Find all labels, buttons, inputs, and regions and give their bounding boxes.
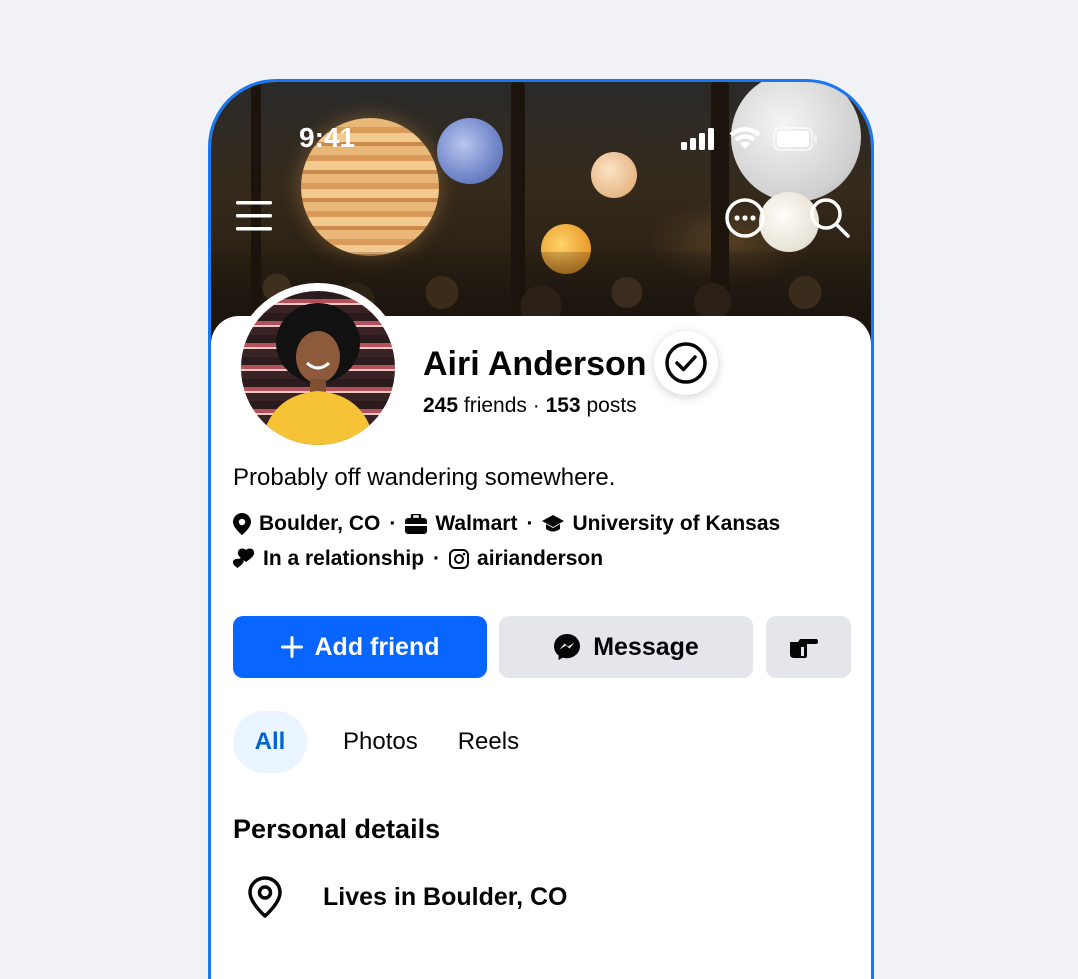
tab-all[interactable]: All bbox=[233, 711, 307, 773]
separator: · bbox=[433, 547, 441, 570]
phone-frame: 9:41 Airi Anderson 245 friends · 153 pos… bbox=[208, 79, 874, 979]
friends-label: friends · bbox=[458, 394, 546, 417]
avatar-portrait bbox=[261, 303, 375, 445]
hearts-icon bbox=[233, 548, 255, 568]
hamburger-menu-icon bbox=[236, 201, 272, 231]
search-button[interactable] bbox=[808, 196, 852, 245]
poke-button[interactable] bbox=[766, 616, 851, 678]
profile-stats: 245 friends · 153 posts bbox=[423, 394, 637, 418]
tab-photos[interactable]: Photos bbox=[325, 711, 436, 773]
avatar bbox=[241, 291, 395, 445]
briefcase-icon bbox=[405, 514, 428, 534]
wifi-icon bbox=[729, 127, 761, 149]
lives-in-label: Lives in Boulder, CO bbox=[323, 882, 568, 911]
more-options-icon bbox=[725, 198, 765, 238]
add-friend-button[interactable]: Add friend bbox=[233, 616, 487, 678]
posts-count[interactable]: 153 bbox=[546, 394, 581, 417]
search-icon bbox=[810, 198, 850, 238]
menu-button[interactable] bbox=[235, 198, 273, 239]
small-planet-lantern bbox=[591, 152, 637, 198]
battery-icon bbox=[773, 127, 817, 151]
info-work[interactable]: Walmart bbox=[435, 512, 517, 536]
profile-picture[interactable] bbox=[233, 283, 403, 453]
info-line-1: Boulder, CO · Walmart · University of Ka… bbox=[233, 512, 780, 536]
messenger-icon bbox=[554, 634, 581, 660]
info-line-2: In a relationship · airianderson bbox=[233, 547, 603, 571]
verified-badge-icon bbox=[665, 342, 707, 384]
plus-icon bbox=[280, 636, 303, 658]
profile-name: Airi Anderson bbox=[423, 345, 647, 383]
instagram-icon bbox=[449, 549, 470, 569]
info-location[interactable]: Boulder, CO bbox=[259, 512, 380, 536]
separator: · bbox=[389, 512, 397, 535]
profile-tabs: All Photos Reels bbox=[233, 711, 537, 773]
info-instagram[interactable]: airianderson bbox=[477, 547, 603, 571]
add-friend-label: Add friend bbox=[314, 632, 440, 661]
message-label: Message bbox=[593, 632, 699, 661]
posts-label: posts bbox=[580, 394, 637, 417]
location-pin-icon bbox=[248, 876, 282, 918]
blue-planet-lantern bbox=[437, 118, 503, 184]
location-pin-icon bbox=[233, 513, 251, 535]
info-education[interactable]: University of Kansas bbox=[572, 512, 780, 536]
poke-hand-icon bbox=[789, 639, 818, 658]
friends-count[interactable]: 245 bbox=[423, 394, 458, 417]
status-time: 9:41 bbox=[299, 122, 356, 153]
detail-row-lives-in[interactable]: Lives in Boulder, CO bbox=[247, 876, 568, 918]
more-options-button[interactable] bbox=[723, 196, 767, 245]
graduation-cap-icon bbox=[542, 515, 565, 532]
verified-badge[interactable] bbox=[654, 331, 718, 395]
profile-bio: Probably off wandering somewhere. bbox=[233, 464, 616, 491]
status-icons bbox=[681, 127, 819, 151]
personal-details-title: Personal details bbox=[233, 814, 441, 844]
cellular-signal-icon bbox=[681, 128, 714, 150]
tab-reels[interactable]: Reels bbox=[440, 711, 537, 773]
separator: · bbox=[526, 512, 534, 535]
message-button[interactable]: Message bbox=[499, 616, 753, 678]
info-relationship: In a relationship bbox=[263, 547, 425, 570]
